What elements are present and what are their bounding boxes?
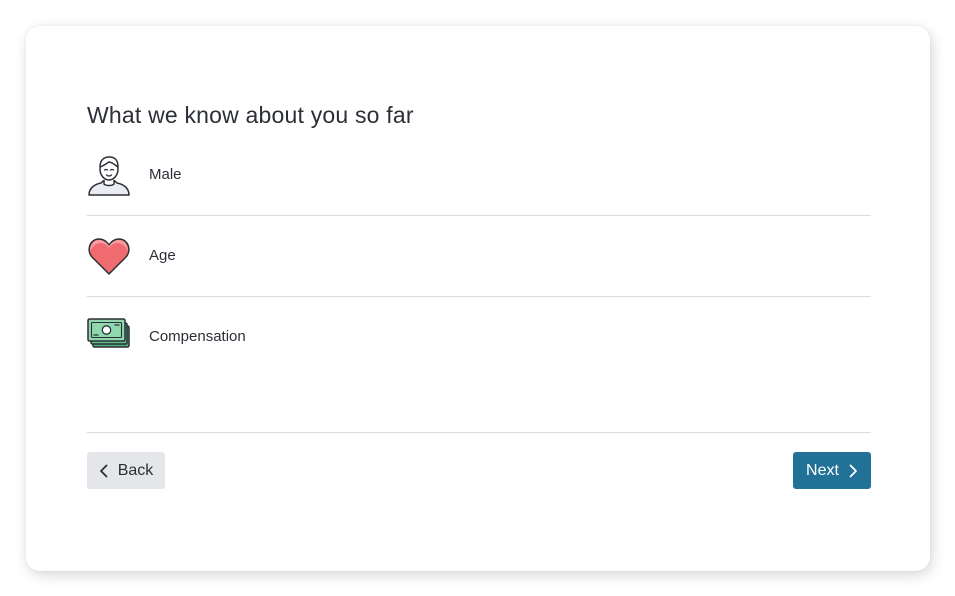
facts-list: Male Age Compensation [87, 135, 871, 377]
fact-label-compensation: Compensation [149, 328, 246, 345]
person-icon [87, 154, 131, 198]
next-button[interactable]: Next [793, 452, 871, 489]
summary-card: What we know about you so far Male Age C… [26, 26, 930, 571]
chevron-left-icon [99, 464, 109, 478]
fact-label-age: Age [149, 247, 176, 264]
footer-divider [87, 432, 871, 433]
fact-item-compensation: Compensation [87, 297, 871, 377]
fact-label-gender: Male [149, 166, 182, 183]
next-button-label: Next [806, 461, 839, 479]
money-icon [87, 315, 131, 359]
fact-item-gender: Male [87, 135, 871, 216]
back-button-label: Back [117, 461, 154, 479]
back-button[interactable]: Back [87, 452, 165, 489]
page-title: What we know about you so far [87, 102, 414, 128]
fact-item-age: Age [87, 216, 871, 297]
chevron-right-icon [848, 464, 858, 478]
heart-icon [87, 234, 131, 278]
card-content: What we know about you so far Male Age C… [87, 26, 871, 571]
